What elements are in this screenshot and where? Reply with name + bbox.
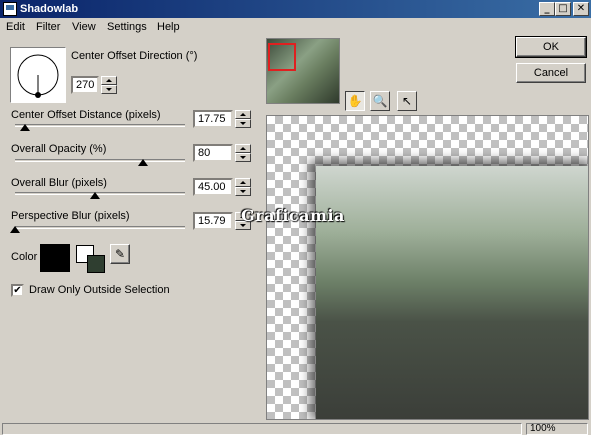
direction-input[interactable]: 270 <box>71 76 99 94</box>
zoom-tool-icon[interactable]: 🔍 <box>370 91 390 111</box>
preview-area[interactable] <box>266 115 589 420</box>
navigator-selection-rect[interactable] <box>268 43 296 71</box>
menu-bar: Edit Filter View Settings Help <box>0 18 591 37</box>
perspective-blur-track[interactable] <box>15 226 185 229</box>
cancel-button[interactable]: Cancel <box>516 63 586 83</box>
direction-spinner[interactable] <box>101 76 117 94</box>
dial-graphic <box>17 54 59 98</box>
menu-settings[interactable]: Settings <box>107 21 147 33</box>
menu-filter[interactable]: Filter <box>36 21 60 33</box>
status-message <box>2 423 522 435</box>
opacity-spinner[interactable] <box>235 144 251 162</box>
title-bar: Shadowlab _ □ ✕ <box>0 0 591 18</box>
minimize-button[interactable]: _ <box>539 2 555 16</box>
navigator-thumbnail[interactable] <box>266 38 340 104</box>
perspective-blur-thumb[interactable] <box>10 226 20 233</box>
opacity-track[interactable] <box>15 159 185 162</box>
menu-edit[interactable]: Edit <box>6 21 25 33</box>
offset-distance-spinner[interactable] <box>235 110 251 128</box>
spin-up-icon[interactable] <box>101 76 117 85</box>
eyedropper-icon[interactable]: ✎ <box>110 244 130 264</box>
blur-thumb[interactable] <box>90 192 100 199</box>
app-icon <box>3 2 17 16</box>
hand-tool-icon[interactable]: ✋ <box>345 91 365 111</box>
menu-view[interactable]: View <box>72 21 96 33</box>
preview-image <box>316 166 588 419</box>
spin-down-icon[interactable] <box>235 119 251 128</box>
offset-distance-label: Center Offset Distance (pixels) <box>11 109 161 121</box>
opacity-label: Overall Opacity (%) <box>11 143 107 155</box>
spin-up-icon[interactable] <box>235 178 251 187</box>
ok-button[interactable]: OK <box>515 36 587 58</box>
spin-up-icon[interactable] <box>235 110 251 119</box>
blur-label: Overall Blur (pixels) <box>11 177 107 189</box>
window-title: Shadowlab <box>20 3 79 15</box>
offset-distance-track[interactable] <box>15 124 185 127</box>
spin-up-icon[interactable] <box>235 144 251 153</box>
perspective-blur-label: Perspective Blur (pixels) <box>11 210 130 222</box>
offset-distance-input[interactable]: 17.75 <box>193 110 233 128</box>
menu-help[interactable]: Help <box>157 21 180 33</box>
direction-dial[interactable] <box>10 47 66 103</box>
arrow-tool-icon[interactable]: ↖ <box>397 91 417 111</box>
offset-distance-thumb[interactable] <box>19 124 30 131</box>
perspective-blur-input[interactable]: 15.79 <box>193 212 233 230</box>
outside-selection-label: Draw Only Outside Selection <box>29 284 170 296</box>
opacity-thumb[interactable] <box>138 159 148 166</box>
opacity-input[interactable]: 80 <box>193 144 233 162</box>
close-button[interactable]: ✕ <box>573 2 589 16</box>
blur-track[interactable] <box>15 192 185 195</box>
spin-down-icon[interactable] <box>101 85 117 94</box>
spin-down-icon[interactable] <box>235 187 251 196</box>
outside-selection-checkbox[interactable]: ✔ <box>11 284 24 297</box>
blur-spinner[interactable] <box>235 178 251 196</box>
zoom-level: 100% <box>526 423 588 435</box>
tertiary-color-swatch[interactable] <box>87 255 105 273</box>
blur-input[interactable]: 45.00 <box>193 178 233 196</box>
direction-label: Center Offset Direction (°) <box>71 50 198 62</box>
shadow-color-swatch[interactable] <box>40 244 70 272</box>
spin-down-icon[interactable] <box>235 153 251 162</box>
watermark-text: Graficamia <box>241 206 345 225</box>
maximize-button[interactable]: □ <box>555 2 571 16</box>
status-bar: 100% <box>0 422 591 435</box>
color-label: Color <box>11 251 38 263</box>
